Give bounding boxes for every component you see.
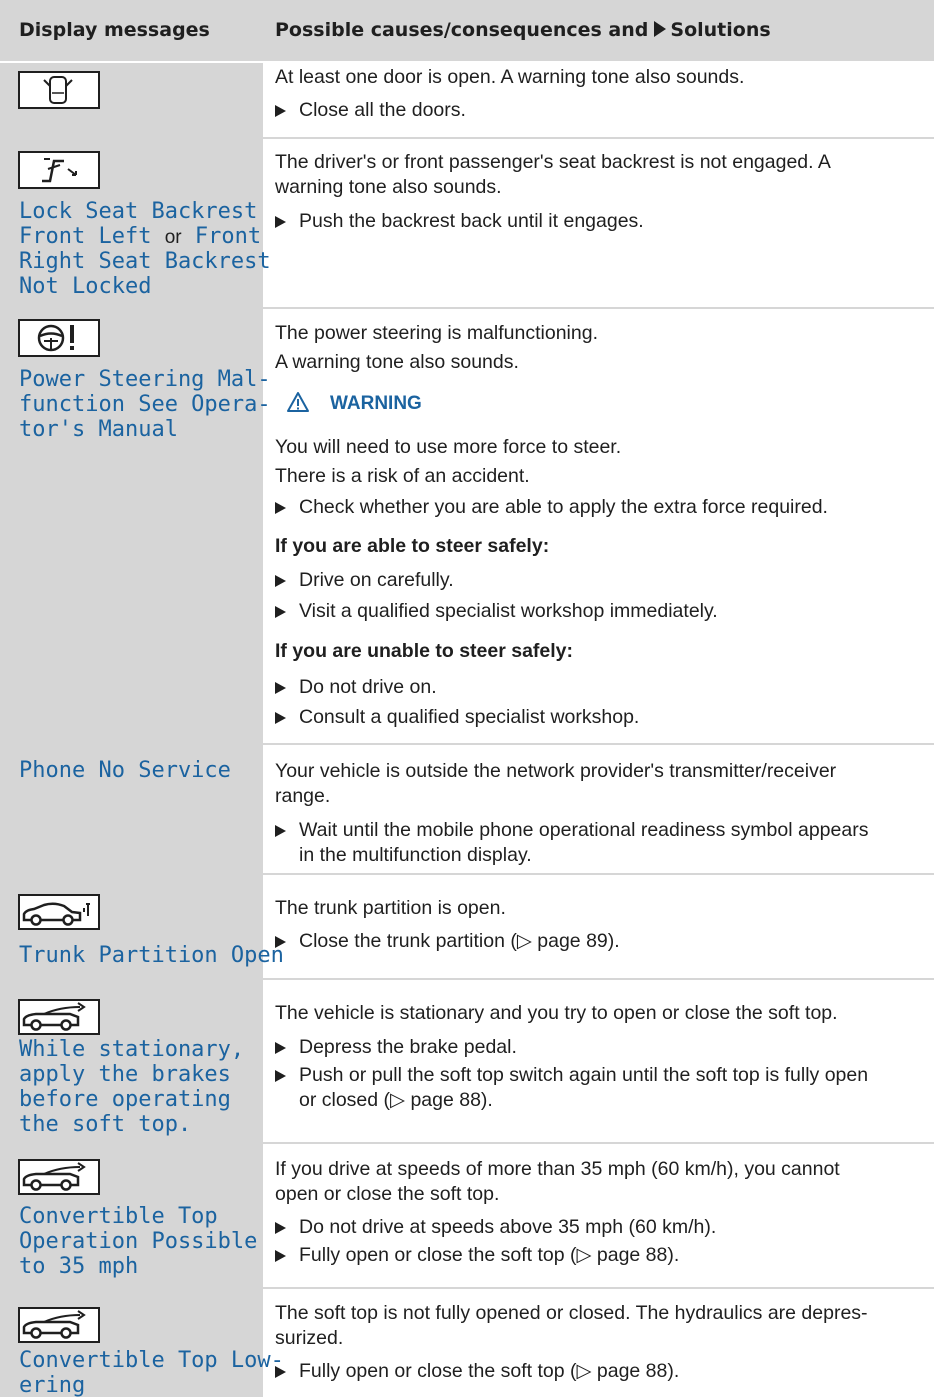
steering-wheel-warning-icon: [18, 319, 100, 357]
display-message-line: Front Left or Front: [19, 224, 261, 250]
header-display-messages: Display messages: [19, 19, 210, 41]
row-description: open or close the soft top.: [275, 1183, 500, 1205]
table-row: Phone No Service Your vehicle is outside…: [0, 745, 934, 875]
step-text: Depress the brake pedal.: [299, 1036, 517, 1058]
table-row: While stationary, apply the brakes befor…: [0, 980, 934, 1144]
display-message-line: before operating: [19, 1087, 231, 1112]
step-arrow-icon: [275, 682, 286, 694]
row-description: If you drive at speeds of more than 35 m…: [275, 1158, 840, 1180]
row-description: The soft top is not fully opened or clos…: [275, 1302, 868, 1324]
step-arrow-icon: [275, 575, 286, 587]
step-arrow-icon: [275, 1070, 286, 1082]
condition-heading: If you are able to steer safely:: [275, 535, 550, 557]
step-text: Check whether you are able to apply the …: [299, 496, 828, 518]
display-message-line: apply the brakes: [19, 1062, 231, 1087]
trunk-partition-icon: [18, 894, 100, 930]
display-message-line: Trunk Partition Open: [19, 943, 284, 968]
step-arrow-icon: [275, 1366, 286, 1378]
door-open-icon: [18, 71, 100, 109]
row-description: surized.: [275, 1327, 344, 1349]
step-text: Drive on carefully.: [299, 569, 454, 591]
display-text: Front: [194, 224, 262, 249]
display-message-line: While stationary,: [19, 1037, 245, 1062]
step-arrow-icon: [275, 606, 286, 618]
display-message-line: Not Locked: [19, 274, 152, 299]
row-description: At least one door is open. A warning ton…: [275, 66, 745, 88]
step-text: Close all the doors.: [299, 99, 466, 121]
step-text: Consult a qualified specialist workshop.: [299, 706, 640, 728]
step-arrow-icon: [275, 936, 286, 948]
step-arrow-icon: [275, 502, 286, 514]
display-message-line: to 35 mph: [19, 1254, 139, 1279]
display-message-line: Power Steering Mal-: [19, 367, 271, 392]
row-description: The power steering is malfunctioning.: [275, 322, 598, 344]
display-message-line: Operation Possible: [19, 1229, 258, 1254]
step-text: Do not drive at speeds above 35 mph (60 …: [299, 1216, 717, 1238]
header-causes-text: Possible causes/consequences and: [275, 19, 649, 41]
solution-arrow-icon: [654, 21, 667, 37]
row-description: A warning tone also sounds.: [275, 351, 519, 373]
step-arrow-icon: [275, 825, 286, 837]
display-message-line: Phone No Service: [19, 758, 231, 783]
step-text-continued: or closed (▷ page 88).: [299, 1089, 493, 1111]
warning-text: You will need to use more force to steer…: [275, 436, 622, 458]
display-text: Front Left: [19, 224, 152, 249]
display-message-line: function See Opera-: [19, 392, 271, 417]
display-message-line: tor's Manual: [19, 417, 178, 442]
convertible-icon: [18, 999, 100, 1035]
seat-backrest-icon: [18, 151, 100, 189]
display-message-line: Convertible Top: [19, 1204, 218, 1229]
step-arrow-icon: [275, 712, 286, 724]
step-arrow-icon: [275, 216, 286, 228]
display-message-line: Right Seat Backrest: [19, 249, 271, 274]
condition-heading: If you are unable to steer safely:: [275, 640, 574, 662]
convertible-icon: [18, 1159, 100, 1195]
display-message-line: Lock Seat Backrest: [19, 199, 258, 224]
row-description: Your vehicle is outside the network prov…: [275, 760, 837, 782]
header-solutions-text: Solutions: [670, 19, 771, 41]
solution-cell: [263, 875, 934, 980]
step-text: Visit a qualified specialist workshop im…: [299, 600, 718, 622]
table-row: Power Steering Mal- function See Opera- …: [0, 309, 934, 745]
convertible-icon: [18, 1307, 100, 1343]
row-description: The trunk partition is open.: [275, 897, 506, 919]
header-causes-solutions: Possible causes/consequences and Solution…: [275, 19, 771, 41]
step-text: Push or pull the soft top switch again u…: [299, 1064, 869, 1086]
or-text: or: [164, 227, 182, 248]
row-description: range.: [275, 785, 331, 807]
row-description: The driver's or front passenger's seat b…: [275, 151, 831, 173]
step-text: Wait until the mobile phone operational …: [299, 819, 869, 841]
table-row: Convertible Top Operation Possible to 35…: [0, 1144, 934, 1289]
manual-page: Display messages Possible causes/consequ…: [0, 0, 934, 1398]
step-text: Close the trunk partition (▷ page 89).: [299, 930, 620, 952]
step-arrow-icon: [275, 1250, 286, 1262]
table-row: Lock Seat Backrest Front Left or Front R…: [0, 139, 934, 309]
table-row: Convertible Top Low- ering The soft top …: [0, 1289, 934, 1398]
display-message-line: ering: [19, 1373, 86, 1398]
warning-label: WARNING: [330, 393, 422, 414]
step-arrow-icon: [275, 1222, 286, 1234]
step-text: Fully open or close the soft top (▷ page…: [299, 1244, 680, 1266]
step-text: Do not drive on.: [299, 676, 437, 698]
step-text-continued: in the multifunction display.: [299, 844, 532, 866]
table-row: At least one door is open. A warning ton…: [0, 63, 934, 139]
row-description: warning tone also sounds.: [275, 176, 502, 198]
warning-triangle-icon: [287, 392, 309, 412]
step-text: Push the backrest back until it engages.: [299, 210, 644, 232]
table-row: Trunk Partition Open The trunk partition…: [0, 875, 934, 980]
display-message-line: Convertible Top Low-: [19, 1348, 284, 1373]
warning-text: There is a risk of an accident.: [275, 465, 530, 487]
step-text: Fully open or close the soft top (▷ page…: [299, 1360, 680, 1382]
step-arrow-icon: [275, 1042, 286, 1054]
step-arrow-icon: [275, 105, 286, 117]
display-message-line: the soft top.: [19, 1112, 192, 1137]
table-header: Display messages Possible causes/consequ…: [0, 0, 934, 63]
row-description: The vehicle is stationary and you try to…: [275, 1002, 838, 1024]
